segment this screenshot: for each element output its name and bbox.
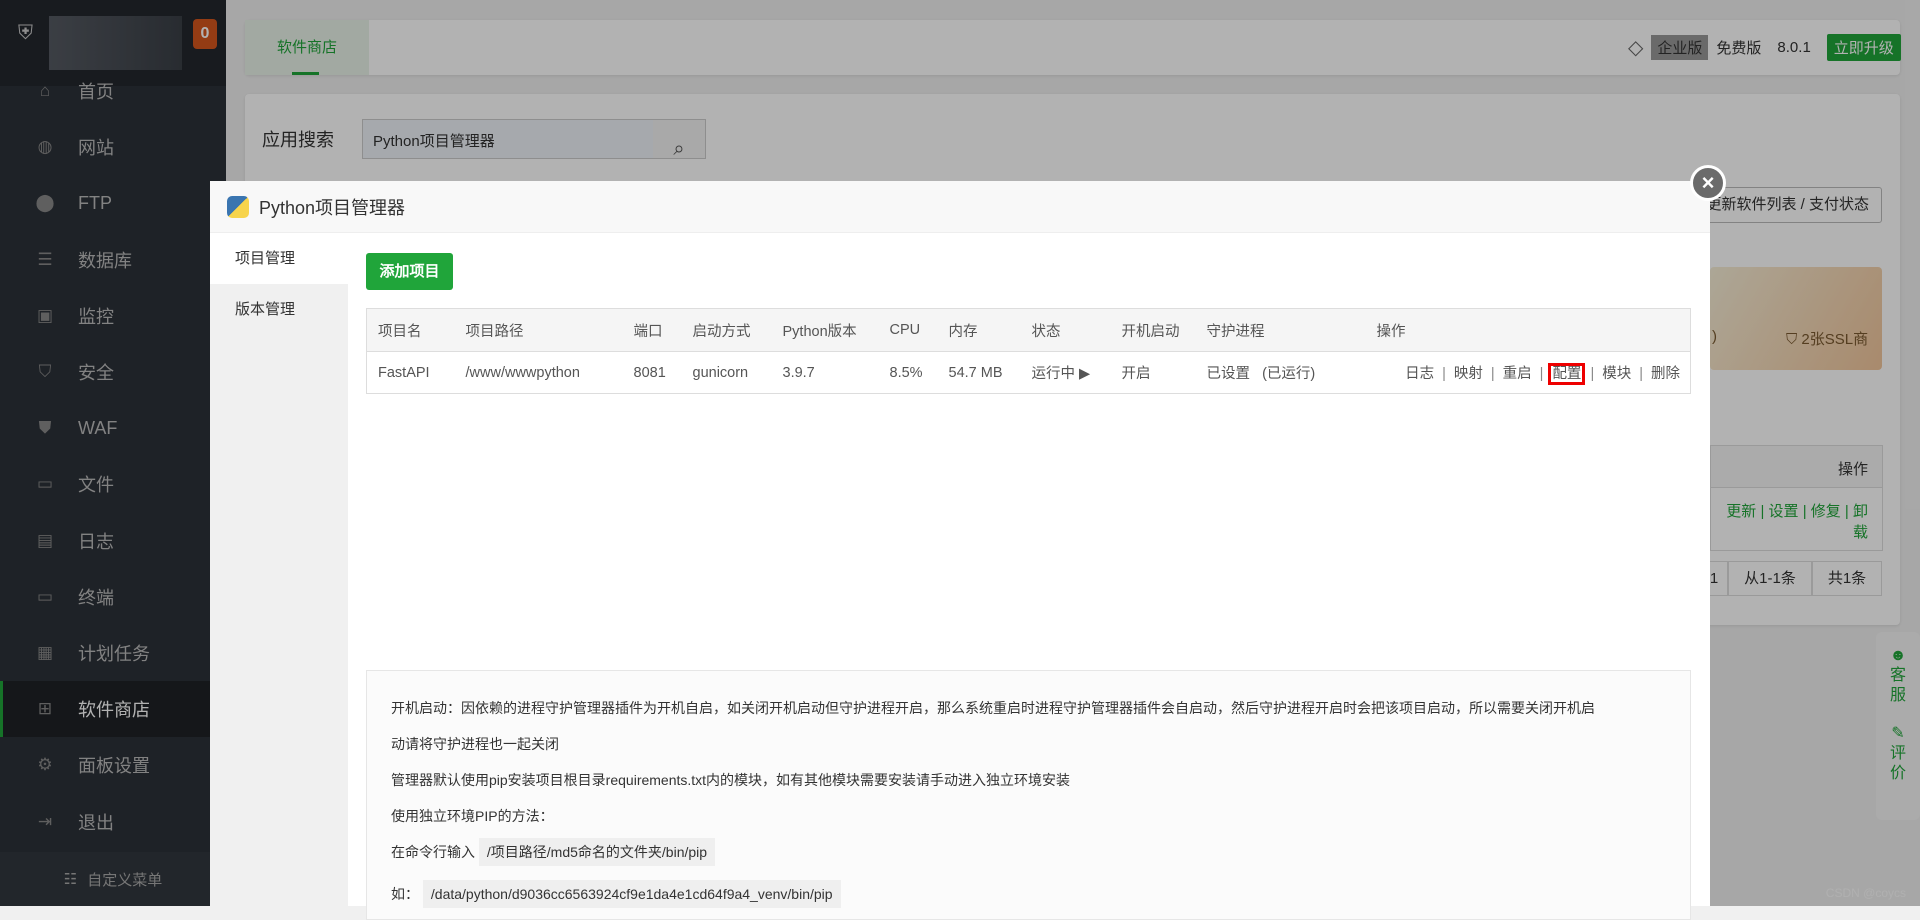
project-name: FastAPI — [378, 364, 430, 381]
dialog-nav: 项目管理 版本管理 — [210, 233, 348, 906]
row-actions: 日志 | 映射 | 重启 | 配置 | 模块 | 删除 — [1405, 363, 1680, 385]
note-line: 如： /data/python/d9036cc6563924cf9e1da4e1… — [391, 879, 1690, 909]
add-project-button[interactable]: 添加项目 — [366, 253, 453, 290]
note-line: 使用独立环境PIP的方法： — [391, 808, 554, 824]
col-boot: 开机启动 — [1110, 308, 1196, 352]
nav-version-management[interactable]: 版本管理 — [210, 284, 348, 335]
col-ops: 操作 — [1365, 308, 1691, 352]
status-toggle[interactable]: 运行中 ▶ — [1021, 352, 1111, 394]
col-status: 状态 — [1020, 308, 1111, 352]
mapping-link[interactable]: 映射 — [1454, 366, 1483, 382]
daemon-cell[interactable]: 已设置 (已运行) — [1196, 352, 1366, 394]
restart-link[interactable]: 重启 — [1503, 366, 1532, 382]
col-daemon: 守护进程 — [1195, 308, 1366, 352]
note-line: 动请将守护进程也一起关闭 — [391, 736, 559, 752]
python-manager-dialog: Python项目管理器 × 项目管理 版本管理 添加项目 项目名 项目路径 端口… — [210, 165, 1726, 920]
module-link[interactable]: 模块 — [1602, 366, 1631, 382]
dialog-title: Python项目管理器 — [259, 197, 406, 218]
project-table: 项目名 项目路径 端口 启动方式 Python版本 CPU 内存 状态 开机启动… — [366, 308, 1691, 394]
memory: 54.7 MB — [948, 364, 1003, 381]
config-link[interactable]: 配置 — [1548, 363, 1586, 385]
col-name: 项目名 — [366, 308, 455, 352]
delete-link[interactable]: 删除 — [1651, 366, 1680, 382]
start-mode: gunicorn — [692, 364, 749, 381]
col-python: Python版本 — [771, 308, 879, 352]
cpu: 8.5% — [889, 364, 923, 381]
col-cpu: CPU — [878, 308, 938, 352]
boot-toggle[interactable]: 开启 — [1111, 352, 1196, 394]
col-port: 端口 — [622, 308, 682, 352]
note-line: 在命令行输入 /项目路径/md5命名的文件夹/bin/pip — [391, 837, 1690, 867]
col-mem: 内存 — [937, 308, 1021, 352]
help-notes: 开机启动：因依赖的进程守护管理器插件为开机自启，如关闭开机启动但守护进程开启，那… — [366, 670, 1691, 920]
daemon-status[interactable]: 已设置 — [1207, 366, 1251, 382]
code-snippet: /项目路径/md5命名的文件夹/bin/pip — [478, 838, 716, 866]
close-icon[interactable]: × — [1690, 165, 1726, 201]
python-version: 3.9.7 — [782, 364, 815, 381]
dialog-header: Python项目管理器 — [210, 181, 1710, 233]
daemon-state: (已运行) — [1262, 366, 1316, 382]
nav-project-management[interactable]: 项目管理 — [210, 233, 348, 284]
table-row: FastAPI /www/wwwpython 8081 gunicorn 3.9… — [367, 352, 1691, 394]
port: 8081 — [633, 364, 666, 381]
note-line: 管理器默认使用pip安装项目根目录requirements.txt内的模块，如有… — [391, 772, 1071, 788]
col-path: 项目路径 — [454, 308, 623, 352]
col-mode: 启动方式 — [681, 308, 772, 352]
python-logo-icon — [227, 195, 249, 218]
project-path-link[interactable]: /www/wwwpython — [455, 352, 623, 394]
note-line: 开机启动：因依赖的进程守护管理器插件为开机自启，如关闭开机启动但守护进程开启，那… — [391, 700, 1595, 716]
code-snippet: /data/python/d9036cc6563924cf9e1da4e1cd6… — [422, 880, 841, 908]
log-link[interactable]: 日志 — [1405, 366, 1434, 382]
